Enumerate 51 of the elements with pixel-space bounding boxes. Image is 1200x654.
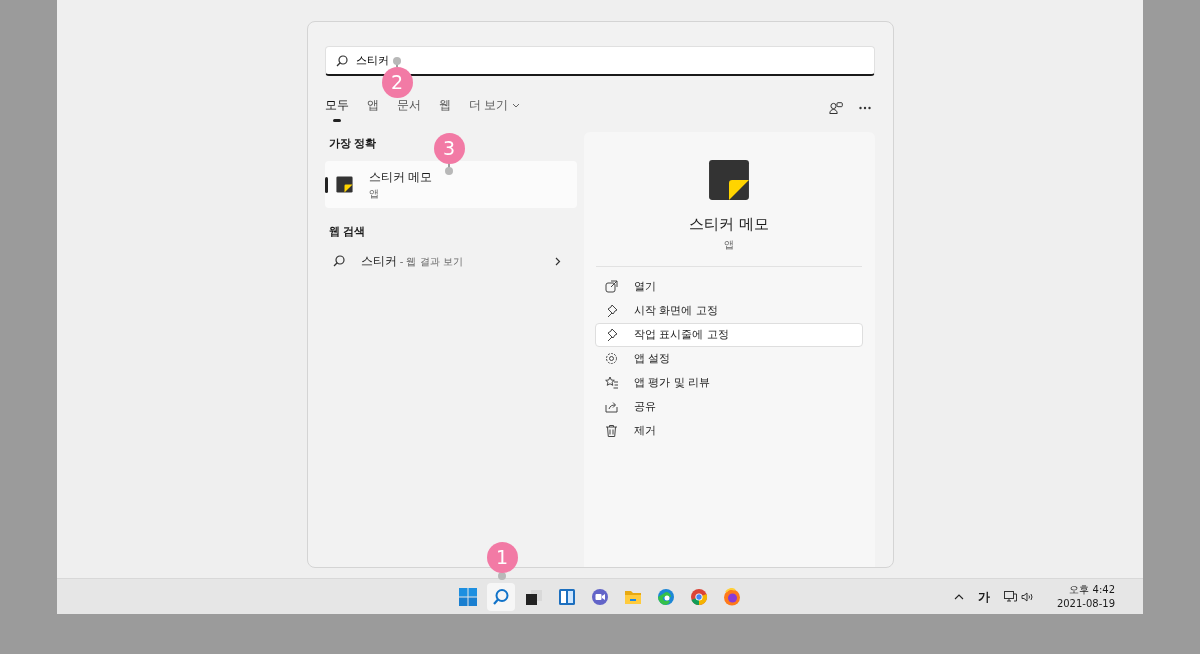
action-item[interactable]: 작업 표시줄에 고정 (595, 322, 863, 347)
chevron-up-icon[interactable] (953, 593, 964, 600)
windows-logo-icon (459, 587, 477, 606)
web-search-item[interactable]: 스티커 - 웹 결과 보기 (324, 248, 577, 274)
action-item[interactable]: 공유 (595, 394, 863, 419)
search-icon (332, 255, 345, 267)
filter-tab[interactable]: 모두 (324, 96, 349, 122)
selection-indicator (324, 176, 328, 193)
section-heading: 웹 검색 (328, 223, 366, 240)
fox-browser-icon (723, 587, 741, 606)
sticky-note-app-icon (708, 159, 750, 201)
star-list-icon (605, 376, 618, 390)
search-icon (335, 55, 348, 67)
chevron-right-icon (554, 256, 561, 266)
speaker-icon[interactable] (1020, 591, 1033, 602)
leader-line (445, 163, 453, 175)
action-item[interactable]: 앱 평가 및 리뷰 (595, 370, 863, 395)
clock-date[interactable]: 2021-08-19 (1056, 596, 1115, 610)
chevron-down-icon (512, 102, 521, 108)
people-chat-icon[interactable] (828, 102, 843, 114)
app-name: 스티커 메모 (368, 168, 433, 186)
filter-tab[interactable]: 앱 (366, 96, 379, 122)
action-item[interactable]: 제거 (595, 418, 863, 443)
clock-time[interactable]: 오후 4:42 (1069, 583, 1115, 597)
input-method-indicator[interactable]: 가 (977, 587, 990, 606)
app-name: 스티커 메모 (689, 214, 769, 235)
app-type: 앱 (368, 186, 380, 201)
sticky-note-app-icon (335, 175, 353, 193)
app-type: 앱 (724, 237, 734, 252)
trash-icon (605, 424, 618, 438)
web-search-query: 스티커 - 웹 결과 보기 (360, 253, 463, 270)
widgets-icon (558, 587, 576, 606)
more-options-icon[interactable] (858, 106, 871, 110)
open-external-icon (605, 280, 618, 294)
action-item[interactable]: 앱 설정 (595, 346, 863, 371)
more-filter-dropdown[interactable]: 더 보기 (468, 96, 521, 122)
search-icon (492, 587, 510, 606)
section-heading: 가장 정확 (328, 136, 377, 152)
best-match-item[interactable]: 스티커 메모 앱 (324, 160, 577, 208)
settings-icon (605, 352, 618, 366)
round-browser-icon (690, 587, 708, 606)
task-view-icon (525, 587, 543, 606)
share-icon (605, 400, 618, 414)
network-icon[interactable] (1003, 591, 1017, 602)
search-field[interactable]: 스티커 (324, 46, 875, 76)
action-item[interactable]: 시작 화면에 고정 (595, 298, 863, 323)
filter-tab[interactable]: 웹 (438, 96, 451, 122)
action-item[interactable]: 열기 (595, 274, 863, 299)
filter-tab[interactable]: 문서 (396, 96, 421, 122)
leader-line (393, 57, 401, 67)
video-chat-icon (591, 587, 609, 606)
